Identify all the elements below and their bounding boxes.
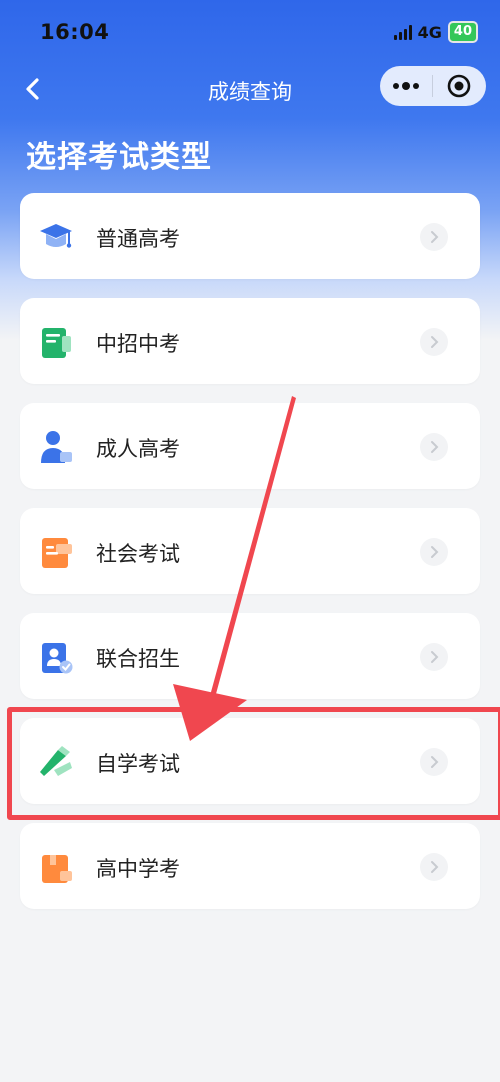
chevron-right-icon (420, 433, 448, 461)
orange-document-icon (42, 538, 72, 568)
chevron-right-icon (420, 643, 448, 671)
exam-item-general-gaokao[interactable]: 普通高考 (20, 193, 480, 279)
exam-type-list: 普通高考 中招中考 成人高考 社会考试 联合招生 自学考试 高中学考 (20, 193, 480, 928)
exam-item-high-school-exam[interactable]: 高中学考 (20, 823, 480, 909)
chevron-right-icon (420, 748, 448, 776)
status-indicators: 4G 40 (393, 21, 478, 43)
chevron-right-icon (420, 223, 448, 251)
chevron-right-icon (420, 538, 448, 566)
orange-box-icon (42, 855, 72, 883)
exam-item-label: 高中学考 (96, 857, 180, 881)
exam-item-self-study-exam[interactable]: 自学考试 (20, 718, 480, 804)
status-time: 16:04 (40, 20, 110, 44)
exam-item-label: 自学考试 (96, 752, 180, 776)
signal-icon (393, 24, 412, 40)
exam-item-zhongkao[interactable]: 中招中考 (20, 298, 480, 384)
close-button[interactable] (433, 66, 485, 106)
more-dots-icon (393, 82, 419, 90)
battery-icon: 40 (447, 21, 478, 43)
exam-item-label: 联合招生 (96, 647, 180, 671)
navigation-bar: 成绩查询 (0, 62, 500, 118)
graduation-cap-icon (40, 224, 72, 248)
exam-item-label: 普通高考 (96, 227, 180, 251)
exam-item-label: 社会考试 (96, 542, 180, 566)
more-button[interactable] (380, 66, 432, 106)
green-book-icon (42, 328, 71, 358)
adult-person-icon (41, 431, 72, 463)
green-pen-icon (40, 746, 72, 776)
mini-program-capsule (380, 66, 486, 106)
page-title: 选择考试类型 (26, 140, 212, 175)
chevron-right-icon (420, 328, 448, 356)
exam-item-label: 成人高考 (96, 437, 180, 461)
chevron-right-icon (420, 853, 448, 881)
exam-item-adult-gaokao[interactable]: 成人高考 (20, 403, 480, 489)
network-type: 4G (417, 22, 442, 42)
exam-item-social-exam[interactable]: 社会考试 (20, 508, 480, 594)
id-card-check-icon (42, 643, 73, 674)
target-circle-icon (447, 74, 471, 98)
exam-item-label: 中招中考 (96, 332, 180, 356)
exam-item-joint-enrollment[interactable]: 联合招生 (20, 613, 480, 699)
status-bar: 16:04 4G 40 (0, 0, 500, 62)
